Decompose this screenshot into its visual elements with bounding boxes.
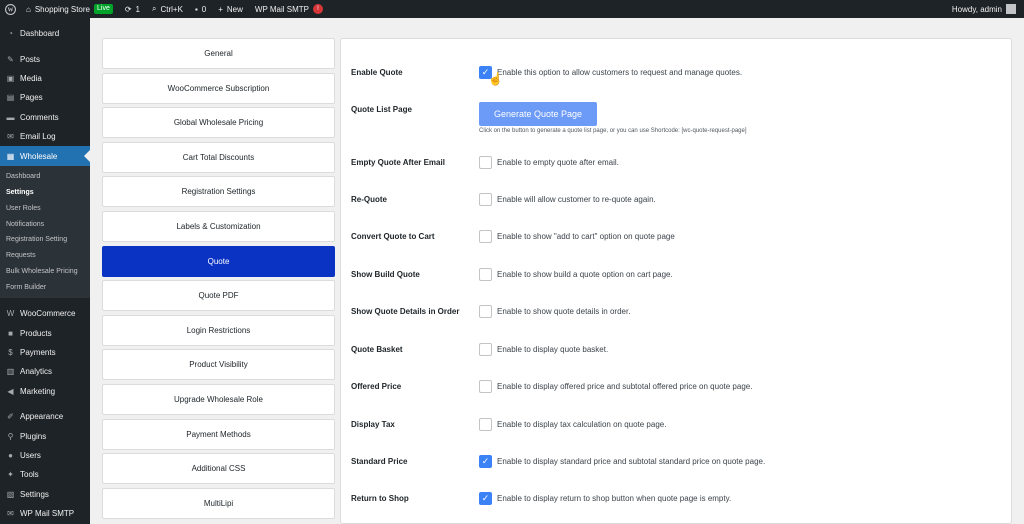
search-icon: ⌕ xyxy=(152,4,157,13)
tab-additional-css[interactable]: Additional CSS xyxy=(102,453,335,485)
tab-woocommerce-subscription[interactable]: WooCommerce Subscription xyxy=(102,72,335,104)
megaphone-icon: ◀ xyxy=(7,386,14,396)
mail-icon: ✉ xyxy=(7,509,14,519)
account-menu[interactable]: Howdy, admin xyxy=(946,0,1024,18)
plugin-icon: ⚲ xyxy=(7,431,14,441)
refresh-icon: ⟳ xyxy=(124,4,132,14)
sidebar-item-appearance[interactable]: ✐ Appearance xyxy=(0,407,90,426)
tab-general[interactable]: General xyxy=(102,38,335,69)
updates-link[interactable]: ⟳ 1 xyxy=(119,0,146,18)
pin-icon: ✎ xyxy=(7,54,14,64)
submenu-dashboard[interactable]: Dashboard xyxy=(0,169,90,185)
offered-price-checkbox[interactable] xyxy=(479,380,492,393)
submenu-registration-setting[interactable]: Registration Setting xyxy=(0,232,90,248)
plus-icon: + xyxy=(218,4,223,14)
sidebar-item-wp-mail-smtp[interactable]: ✉ WP Mail SMTP xyxy=(0,504,90,523)
sidebar-item-media[interactable]: ▣ Media xyxy=(0,69,90,88)
return-to-shop-checkbox[interactable] xyxy=(479,492,492,505)
enable-quote-checkbox[interactable]: ☝ xyxy=(479,66,503,86)
wrench-icon: ✦ xyxy=(7,470,14,480)
comments-link[interactable]: ▪ 0 xyxy=(189,0,212,18)
sidebar-item-users[interactable]: ● Users xyxy=(0,446,90,465)
submenu-form-builder[interactable]: Form Builder xyxy=(0,279,90,295)
submenu-requests[interactable]: Requests xyxy=(0,248,90,264)
wp-mail-smtp-link[interactable]: WP Mail SMTP ! xyxy=(249,0,329,18)
submenu-user-roles[interactable]: User Roles xyxy=(0,200,90,216)
brush-icon: ✐ xyxy=(7,412,14,422)
settings-tabs: General WooCommerce Subscription Global … xyxy=(102,38,335,522)
sidebar-item-products[interactable]: ■ Products xyxy=(0,324,90,343)
sidebar-item-woocommerce[interactable]: W WooCommerce xyxy=(0,304,90,323)
comment-icon: ▪ xyxy=(194,4,198,14)
sidebar-item-settings[interactable]: ▧ Settings xyxy=(0,485,90,504)
quote-basket-checkbox[interactable] xyxy=(479,343,492,356)
show-details-checkbox[interactable] xyxy=(479,305,492,318)
tab-quote[interactable]: Quote xyxy=(102,245,335,277)
admin-sidebar: ◔ Dashboard ✎ Posts ▣ Media ▤ Pages ▬ Comment… xyxy=(0,18,90,524)
tab-global-wholesale-pricing[interactable]: Global Wholesale Pricing xyxy=(102,107,335,139)
tab-quote-pdf[interactable]: Quote PDF xyxy=(102,280,335,312)
site-name-link[interactable]: ⌂ Shopping Store Live xyxy=(20,0,119,18)
store-icon: ▦ xyxy=(6,151,15,161)
settings-icon: ▧ xyxy=(6,489,15,499)
sidebar-item-wholesale[interactable]: ▦ Wholesale xyxy=(0,146,90,166)
tab-cart-total-discounts[interactable]: Cart Total Discounts xyxy=(102,141,335,173)
tab-product-visibility[interactable]: Product Visibility xyxy=(102,349,335,381)
media-icon: ▣ xyxy=(6,73,15,83)
home-icon: ⌂ xyxy=(26,4,31,14)
wholesale-submenu: Dashboard Settings User Roles Notificati… xyxy=(0,165,90,299)
dollar-icon: $ xyxy=(8,348,13,358)
svg-text:W: W xyxy=(7,7,13,13)
tab-multilipi[interactable]: MultiLipi xyxy=(102,487,335,519)
tab-upgrade-wholesale-role[interactable]: Upgrade Wholesale Role xyxy=(102,383,335,415)
empty-quote-checkbox[interactable] xyxy=(479,156,492,169)
submenu-settings[interactable]: Settings xyxy=(0,185,90,201)
display-tax-checkbox[interactable] xyxy=(479,418,492,431)
tab-labels-customization[interactable]: Labels & Customization xyxy=(102,210,335,242)
search-shortcut[interactable]: ⌕ Ctrl+K xyxy=(146,0,189,18)
chart-icon: ▥ xyxy=(6,367,15,377)
comment-icon: ▬ xyxy=(6,112,15,122)
tab-login-restrictions[interactable]: Login Restrictions xyxy=(102,314,335,346)
dashboard-icon: ◔ xyxy=(8,29,13,39)
convert-quote-checkbox[interactable] xyxy=(479,230,492,243)
submenu-bulk-wholesale-pricing[interactable]: Bulk Wholesale Pricing xyxy=(0,264,90,280)
sidebar-item-marketing[interactable]: ◀ Marketing xyxy=(0,382,90,401)
woocommerce-icon: W xyxy=(6,309,15,319)
sidebar-item-tools[interactable]: ✦ Tools xyxy=(0,465,90,484)
live-badge: Live xyxy=(94,4,113,14)
sidebar-item-payments[interactable]: $ Payments xyxy=(0,343,90,362)
tab-registration-settings[interactable]: Registration Settings xyxy=(102,176,335,208)
generate-quote-page-button[interactable]: Generate Quote Page xyxy=(479,102,597,126)
show-build-quote-checkbox[interactable] xyxy=(479,268,492,281)
user-icon: ● xyxy=(8,451,13,461)
admin-bar: W ⌂ Shopping Store Live ⟳ 1 ⌕ Ctrl+K ▪ 0… xyxy=(0,0,1024,18)
page-icon: ▤ xyxy=(6,93,15,103)
avatar xyxy=(1006,4,1016,14)
wordpress-logo-icon[interactable]: W xyxy=(0,0,20,18)
new-content-link[interactable]: + New xyxy=(212,0,249,18)
tab-payment-methods[interactable]: Payment Methods xyxy=(102,418,335,450)
smtp-notice-badge: ! xyxy=(313,4,323,14)
submenu-notifications[interactable]: Notifications xyxy=(0,216,90,232)
sidebar-item-email-log[interactable]: ✉ Email Log xyxy=(0,127,90,146)
quote-settings-panel: Enable Quote ☝ Enable this option to all… xyxy=(340,38,1012,524)
sidebar-item-posts[interactable]: ✎ Posts xyxy=(0,49,90,68)
sidebar-item-comments[interactable]: ▬ Comments xyxy=(0,108,90,127)
sidebar-item-plugins[interactable]: ⚲ Plugins xyxy=(0,426,90,445)
box-icon: ■ xyxy=(8,328,13,338)
sidebar-item-dashboard[interactable]: ◔ Dashboard xyxy=(0,24,90,43)
sidebar-item-pages[interactable]: ▤ Pages xyxy=(0,88,90,107)
shortcode-hint: Click on the button to generate a quote … xyxy=(479,128,747,134)
sidebar-item-analytics[interactable]: ▥ Analytics xyxy=(0,362,90,381)
standard-price-checkbox[interactable] xyxy=(479,455,492,468)
pointer-cursor-icon: ☝ xyxy=(488,72,503,86)
email-icon: ✉ xyxy=(7,132,14,142)
re-quote-checkbox[interactable] xyxy=(479,193,492,206)
